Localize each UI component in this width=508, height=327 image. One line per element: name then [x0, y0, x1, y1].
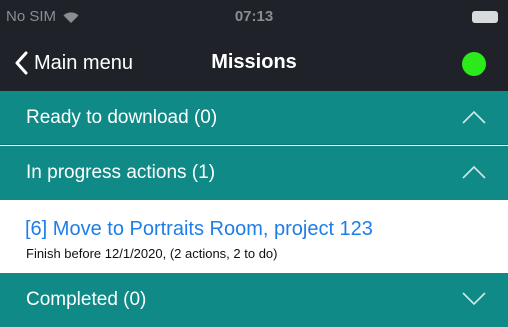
section-label: In progress actions (1)	[26, 162, 216, 183]
status-time: 07:13	[234, 8, 274, 25]
mission-title: [6] Move to Portraits Room, project 123	[25, 218, 373, 240]
navigation-bar: Main menu Missions	[0, 36, 508, 91]
section-label: Completed (0)	[26, 289, 147, 310]
section-label: Ready to download (0)	[26, 107, 218, 128]
mission-list-item[interactable]: [6] Move to Portraits Room, project 123 …	[0, 200, 508, 273]
section-in-progress-actions[interactable]: In progress actions (1)	[0, 146, 508, 200]
chevron-up-icon	[462, 110, 486, 124]
back-label: Main menu	[34, 51, 133, 74]
chevron-down-icon	[462, 292, 486, 306]
status-bar: No SIM 07:13	[0, 0, 508, 36]
chevron-left-icon	[15, 51, 28, 75]
chevron-up-icon	[462, 165, 486, 179]
back-button[interactable]: Main menu	[14, 50, 133, 76]
section-completed[interactable]: Completed (0)	[0, 273, 508, 327]
mission-subtitle: Finish before 12/1/2020, (2 actions, 2 t…	[26, 246, 278, 261]
connection-status-dot	[462, 52, 486, 76]
battery-icon	[472, 11, 498, 23]
section-ready-to-download[interactable]: Ready to download (0)	[0, 91, 508, 145]
